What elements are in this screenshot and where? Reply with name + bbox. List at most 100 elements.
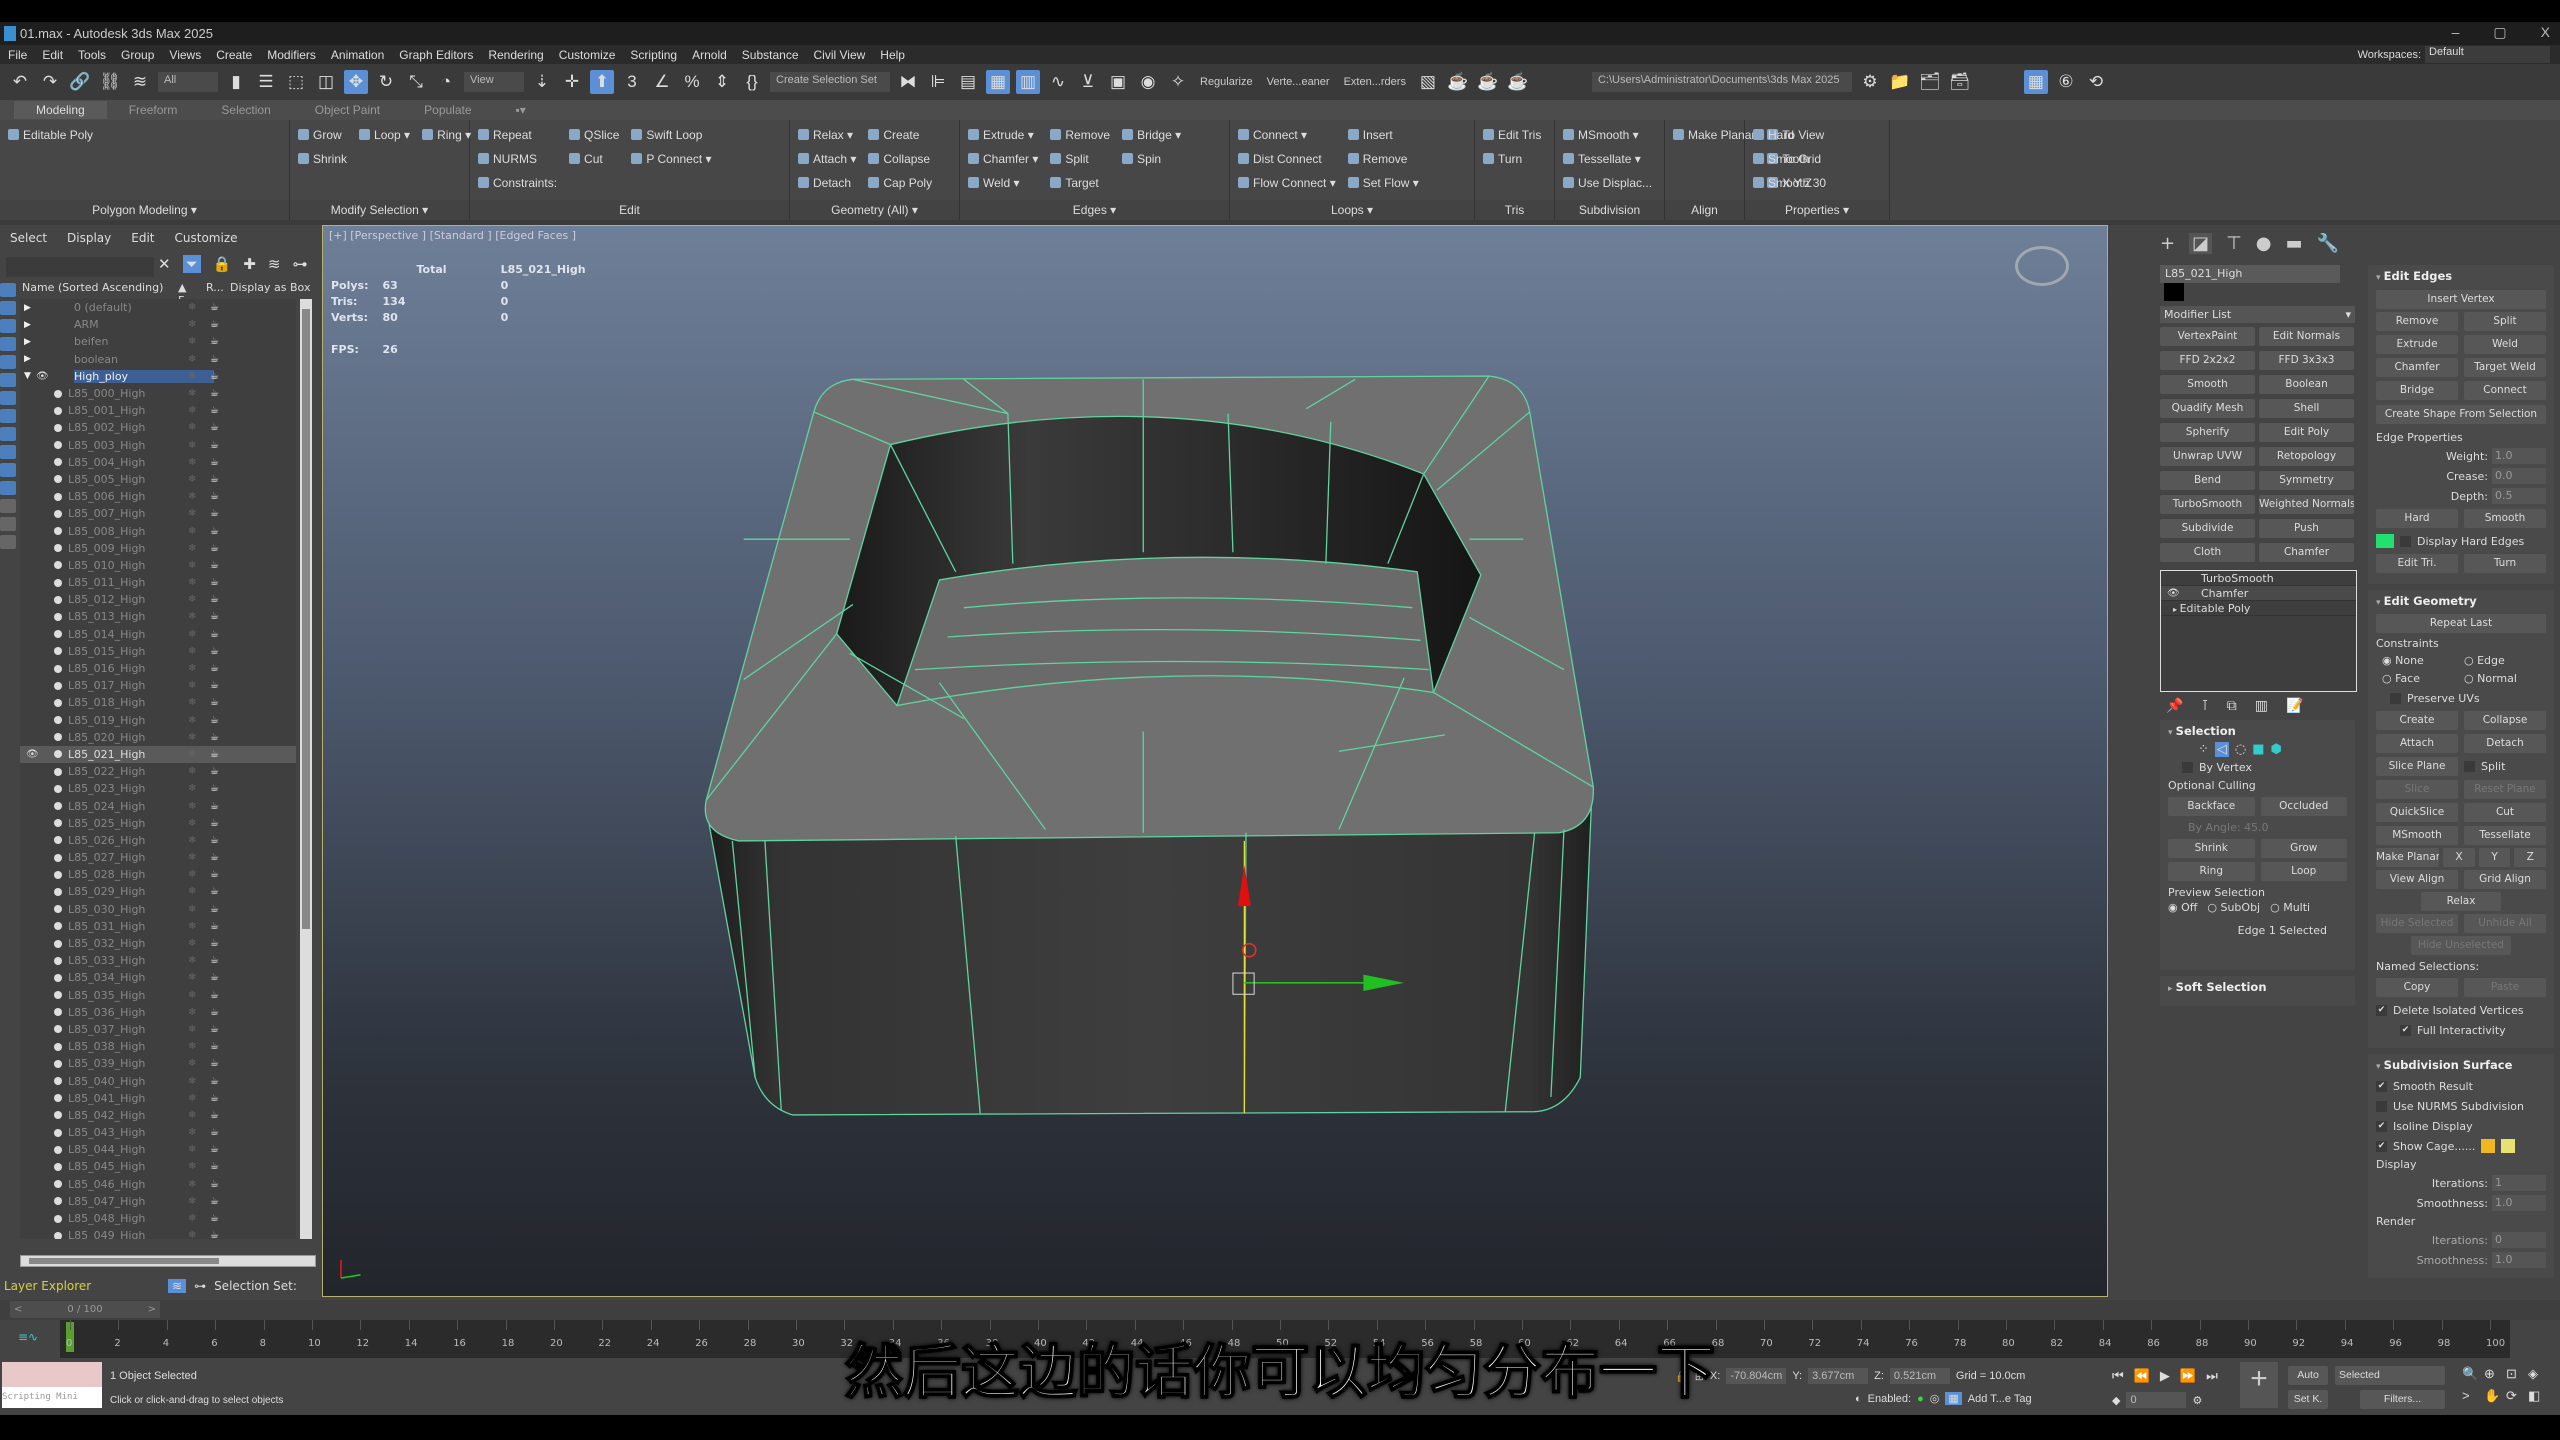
freeze-icon[interactable]: ❄ <box>188 869 196 880</box>
viewport-layout-icon[interactable]: ▦ <box>2023 70 2048 94</box>
scroll-thumb[interactable] <box>302 309 310 929</box>
ribbon-item[interactable]: Dist Connect <box>1238 150 1336 167</box>
ribbon-group-label[interactable]: Polygon Modeling ▾ <box>0 200 289 220</box>
iterations-value[interactable]: 1 <box>2492 1175 2546 1191</box>
ribbon-item[interactable]: Tessellate ▾ <box>1563 150 1652 167</box>
renderable-teapot-icon[interactable]: ☕ <box>210 594 219 605</box>
object-row[interactable]: L85_005_High ❄ ☕ <box>20 471 296 488</box>
menu-rendering[interactable]: Rendering <box>488 48 543 62</box>
lights-filter-icon[interactable] <box>0 319 16 333</box>
project-tree-icon[interactable]: 🗃 <box>1948 70 1972 94</box>
motion-tab-icon[interactable]: ● <box>2256 233 2272 254</box>
freeze-icon[interactable]: ❄ <box>188 302 196 313</box>
time-slider[interactable]: <0 / 100 > <box>0 1300 2560 1320</box>
scene-explorer-icon[interactable]: ▤ <box>956 70 980 94</box>
freeze-icon[interactable]: ❄ <box>188 508 196 519</box>
freeze-icon[interactable]: ❄ <box>188 1041 196 1052</box>
ribbon-item[interactable]: Editable Poly <box>8 126 93 143</box>
ribbon-item[interactable]: Shrink <box>298 150 347 167</box>
viewcube-icon[interactable] <box>2015 246 2069 286</box>
element-level-icon[interactable]: ⬢ <box>2271 742 2282 757</box>
object-row[interactable]: L85_022_High ❄ ☕ <box>20 763 296 780</box>
modifier-button-smooth[interactable]: Smooth <box>2160 375 2255 394</box>
object-row[interactable]: L85_004_High ❄ ☕ <box>20 454 296 471</box>
split-checkbox[interactable]: Split <box>2464 757 2546 776</box>
object-row[interactable]: L85_031_High ❄ ☕ <box>20 918 296 935</box>
redo-icon[interactable]: ↷ <box>38 70 62 94</box>
delete-isolated-checkbox[interactable]: ✔ Delete Isolated Vertices <box>2376 1000 2546 1020</box>
display-tab-icon[interactable]: ▬ <box>2286 233 2303 254</box>
menu-edit[interactable]: Edit <box>42 48 63 62</box>
renderable-teapot-icon[interactable]: ☕ <box>210 1179 219 1190</box>
freeze-icon[interactable]: ❄ <box>188 543 196 554</box>
edit-edges-header[interactable]: Edit Edges <box>2376 269 2546 287</box>
expand-toggle-icon[interactable]: ▼ <box>24 371 36 381</box>
edit-geometry-header[interactable]: Edit Geometry <box>2376 594 2546 612</box>
ribbon-item[interactable]: Extrude ▾ <box>968 126 1038 143</box>
display-hard-edges-checkbox[interactable]: Display Hard Edges <box>2376 531 2546 551</box>
explorer-menu-display[interactable]: Display <box>67 231 111 245</box>
object-row[interactable]: L85_000_High ❄ ☕ <box>20 385 296 402</box>
xrefs-filter-icon[interactable] <box>0 409 16 423</box>
ribbon-item[interactable]: Use Displac... <box>1563 174 1652 191</box>
object-row[interactable]: L85_014_High ❄ ☕ <box>20 626 296 643</box>
object-row[interactable]: L85_010_High ❄ ☕ <box>20 557 296 574</box>
renderable-teapot-icon[interactable]: ☕ <box>210 1127 219 1138</box>
object-row[interactable]: L85_013_High ❄ ☕ <box>20 608 296 625</box>
time-slider-knob[interactable]: <0 / 100 > <box>10 1301 160 1318</box>
renderable-teapot-icon[interactable]: ☕ <box>210 577 219 588</box>
sort-by-layer-icon[interactable]: ≋ <box>168 1279 187 1293</box>
freeze-icon[interactable]: ❄ <box>188 715 196 726</box>
filter-icon[interactable]: ⏷ <box>182 255 201 273</box>
show-cage-checkbox[interactable]: ✔ Show Cage...... <box>2376 1136 2546 1156</box>
ribbon-item[interactable]: NURMS <box>478 150 557 167</box>
modifier-button-quadify-mesh[interactable]: Quadify Mesh <box>2160 399 2255 418</box>
object-row[interactable]: L85_025_High ❄ ☕ <box>20 815 296 832</box>
select-object-icon[interactable]: ▮ <box>224 70 248 94</box>
explorer-mode-dropdown[interactable]: Layer Explorer <box>0 1279 160 1293</box>
freeze-icon[interactable]: ❄ <box>188 405 196 416</box>
freeze-icon[interactable]: ❄ <box>188 560 196 571</box>
display-smoothness-spinner[interactable]: Smoothness: 1.0 <box>2376 1193 2546 1213</box>
object-row[interactable]: L85_048_High ❄ ☕ <box>20 1210 296 1227</box>
spacewarps-filter-icon[interactable] <box>0 373 16 387</box>
planar-x-button[interactable]: X <box>2443 848 2475 867</box>
detach-button[interactable]: Detach <box>2464 734 2546 753</box>
layer-row[interactable]: ▶ ARM ❄ ☕ <box>20 316 296 333</box>
selection-filter-dropdown[interactable]: All <box>158 72 218 92</box>
menu-civil-view[interactable]: Civil View <box>814 48 866 62</box>
renderable-teapot-icon[interactable]: ☕ <box>210 646 219 657</box>
object-row[interactable]: L85_049_High ❄ ☕ <box>20 1227 296 1239</box>
constraint-face-radio[interactable]: ○ Face <box>2382 670 2464 688</box>
renderable-teapot-icon[interactable]: ☕ <box>210 1007 219 1018</box>
freeze-icon[interactable]: ❄ <box>188 611 196 622</box>
freeze-icon[interactable]: ❄ <box>188 663 196 674</box>
renderable-teapot-icon[interactable]: ☕ <box>210 835 219 846</box>
autodesk-icon[interactable]: ⑥ <box>2054 70 2078 94</box>
freeze-icon[interactable]: ❄ <box>188 371 196 382</box>
stack-item-turbosmooth[interactable]: TurboSmooth <box>2161 571 2356 586</box>
snaps-toggle-icon[interactable]: 3 <box>620 70 644 94</box>
preserve-uvs-checkbox[interactable]: Preserve UVs <box>2376 688 2546 708</box>
preview-off-radio[interactable]: ◉ Off <box>2168 901 2197 914</box>
loop-button[interactable]: Loop <box>2260 862 2347 881</box>
object-row[interactable]: L85_037_High ❄ ☕ <box>20 1021 296 1038</box>
vertex-level-icon[interactable]: ⁘ <box>2198 742 2209 757</box>
renderable-teapot-icon[interactable]: ☕ <box>210 474 219 485</box>
modifier-list-dropdown[interactable]: Modifier List ▾ <box>2160 306 2355 323</box>
attach-button[interactable]: Attach <box>2376 734 2458 753</box>
turn-button[interactable]: Turn <box>2464 554 2546 573</box>
render-iterations-value[interactable]: 0 <box>2492 1232 2546 1248</box>
object-row[interactable]: L85_036_High ❄ ☕ <box>20 1004 296 1021</box>
view-align-button[interactable]: View Align <box>2376 870 2458 889</box>
ribbon-item[interactable]: Swift Loop <box>631 126 711 143</box>
object-row[interactable]: L85_029_High ❄ ☕ <box>20 883 296 900</box>
object-row[interactable]: L85_039_High ❄ ☕ <box>20 1055 296 1072</box>
visibility-eye-icon[interactable]: 👁 <box>36 371 50 382</box>
ribbon-item[interactable]: Set Flow ▾ <box>1347 174 1419 191</box>
ribbon-item[interactable]: Detach <box>798 174 856 191</box>
bind-space-warp-icon[interactable]: ≋ <box>128 70 152 94</box>
layer-row[interactable]: ▶ beifen ❄ ☕ <box>20 333 296 350</box>
renderable-teapot-icon[interactable]: ☕ <box>210 663 219 674</box>
column-renderable[interactable]: R... <box>206 281 224 297</box>
